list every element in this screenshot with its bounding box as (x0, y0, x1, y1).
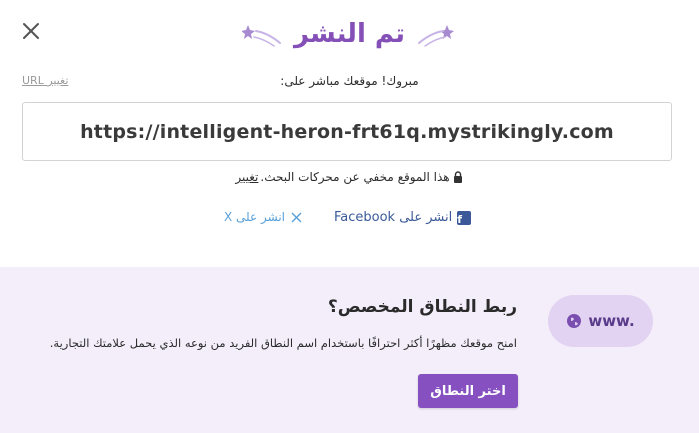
www-badge: www. (548, 295, 653, 347)
site-url[interactable]: https://intelligent-heron-frt61q.mystrik… (80, 121, 614, 143)
visibility-notice: هذا الموقع مخفي عن محركات البحث. تغيير (0, 170, 699, 184)
shooting-star-icon (241, 25, 281, 47)
site-url-box[interactable]: https://intelligent-heron-frt61q.mystrik… (22, 102, 672, 161)
globe-icon (567, 314, 582, 328)
share-x-button[interactable]: انشر على X (224, 210, 303, 224)
share-x-label: انشر على X (224, 210, 285, 224)
domain-title: ربط النطاق المخصص؟ (327, 297, 517, 317)
www-text: www. (588, 312, 635, 330)
share-row: f انشر على Facebook انشر على X (0, 210, 699, 230)
domain-description: امنح موقعك مظهرًا أكثر احترافًا باستخدام… (49, 336, 517, 350)
visibility-change-link[interactable]: تغيير (235, 170, 258, 184)
lock-icon (453, 171, 462, 183)
shooting-star-icon (418, 25, 455, 47)
visibility-text: هذا الموقع مخفي عن محركات البحث. (260, 170, 450, 184)
live-label: مبروك! موقعك مباشر على: (280, 74, 419, 88)
share-facebook-label: انشر على Facebook (334, 210, 453, 225)
dialog-header: تم النشر (0, 14, 699, 54)
share-facebook-button[interactable]: f انشر على Facebook (334, 210, 472, 225)
facebook-icon: f (457, 210, 472, 225)
choose-domain-button[interactable]: اختر النطاق (418, 374, 518, 408)
dialog-title: تم النشر (293, 19, 406, 49)
custom-domain-panel: www. ربط النطاق المخصص؟ امنح موقعك مظهرً… (0, 267, 699, 433)
x-icon (291, 212, 302, 222)
